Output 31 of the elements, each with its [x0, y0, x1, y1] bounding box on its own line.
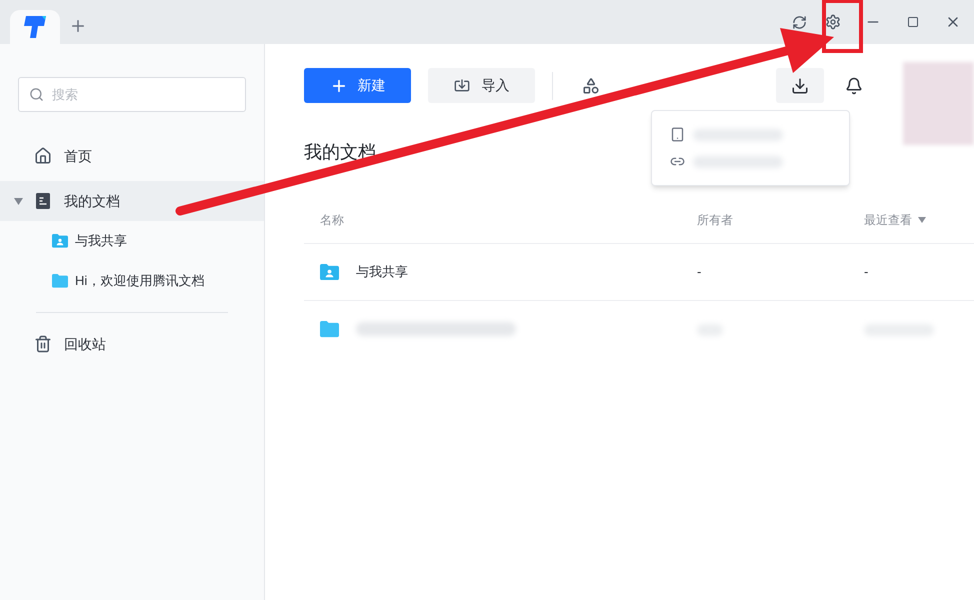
highlight-box — [822, 0, 863, 53]
sidebar-item[interactable]: 首页 — [0, 136, 264, 176]
table-cell: - — [864, 264, 868, 280]
home-icon — [34, 147, 52, 165]
sidebar-item[interactable]: 我的文档 — [0, 181, 264, 221]
logo-icon — [23, 16, 47, 38]
import-button[interactable]: 导入 — [428, 68, 535, 103]
new-button[interactable]: 新建 — [304, 68, 411, 103]
trash-icon — [34, 335, 52, 353]
shapes-icon[interactable] — [582, 76, 600, 94]
sort-caret-icon[interactable] — [918, 216, 926, 222]
caret-icon[interactable] — [14, 198, 23, 204]
bell-icon[interactable] — [845, 76, 863, 94]
download-icon — [791, 76, 809, 94]
shared-folder-icon — [320, 264, 339, 280]
shared-folder-icon — [52, 234, 68, 248]
app-tab[interactable] — [10, 10, 60, 44]
document-icon — [36, 193, 50, 209]
table-row[interactable]: 与我共享 - - — [304, 244, 974, 301]
import-icon — [454, 78, 470, 94]
table-cell-text: 与我共享 — [356, 263, 408, 282]
folder-icon — [320, 321, 339, 338]
table-cell: - — [697, 264, 702, 280]
search-field[interactable]: 搜索 — [18, 77, 246, 112]
sidebar-item[interactable]: 与我共享 — [0, 221, 264, 261]
folder-icon — [52, 274, 68, 288]
download-button[interactable] — [776, 68, 824, 103]
sidebar-item[interactable]: Hi，欢迎使用腾讯文档 — [0, 261, 264, 301]
tablet-icon[interactable] — [670, 127, 685, 142]
sidebar-item[interactable]: 回收站 — [0, 324, 264, 364]
search-icon — [29, 87, 44, 102]
